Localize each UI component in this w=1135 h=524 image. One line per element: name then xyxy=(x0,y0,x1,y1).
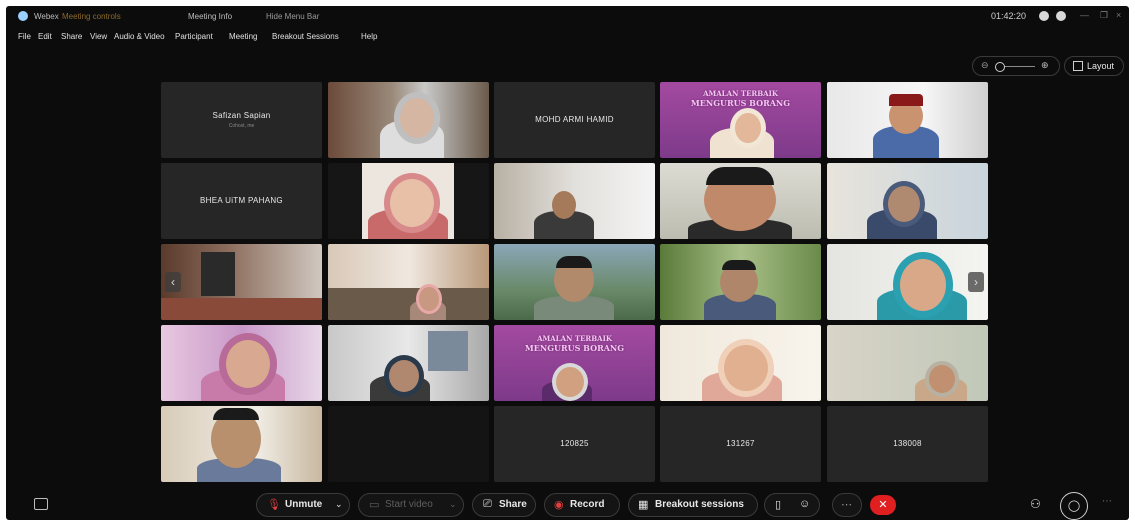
participant-name: BHEA UiTM PAHANG xyxy=(200,196,283,205)
participant-video[interactable] xyxy=(161,406,322,482)
share-screen-icon: ⎚ xyxy=(483,498,492,510)
participant-video[interactable]: AMALAN TERBAIK MENGURUS BORANG xyxy=(660,82,821,158)
participant-video[interactable] xyxy=(328,163,489,239)
participant-video[interactable] xyxy=(827,82,988,158)
restore-icon[interactable]: ❐ xyxy=(1100,10,1108,21)
zoom-slider[interactable]: ⊖ ⊕ xyxy=(972,56,1060,76)
hide-menu-bar-button[interactable]: Hide Menu Bar xyxy=(266,12,319,21)
participant-tile[interactable]: 131267 xyxy=(660,406,821,482)
menu-meeting[interactable]: Meeting xyxy=(229,32,257,41)
slide-title-line1: AMALAN TERBAIK xyxy=(703,89,778,98)
camera-off-icon: ▭ xyxy=(369,499,380,511)
slide-title-line1: AMALAN TERBAIK xyxy=(537,334,612,343)
chevron-down-icon[interactable]: ⌄ xyxy=(449,499,457,510)
meeting-info-button[interactable]: Meeting Info xyxy=(188,12,232,21)
start-video-button[interactable]: ▭ Start video ⌄ xyxy=(358,493,464,517)
participant-video[interactable] xyxy=(827,163,988,239)
webex-meeting-window: Webex Meeting controls Meeting Info Hide… xyxy=(6,6,1129,520)
participant-tile[interactable]: Safizan Sapian Cohost, me xyxy=(161,82,322,158)
zoom-thumb[interactable] xyxy=(995,62,1005,72)
participant-role: Cohost, me xyxy=(228,123,255,129)
participant-tile[interactable]: 138008 xyxy=(827,406,988,482)
participant-video[interactable] xyxy=(660,163,821,239)
menu-share[interactable]: Share xyxy=(61,32,82,41)
slide-title-line2: MENGURUS BORANG xyxy=(524,343,625,353)
chat-icon[interactable]: ◯ xyxy=(1060,492,1088,520)
zoom-in-icon[interactable]: ⊕ xyxy=(1041,60,1049,71)
layout-label: Layout xyxy=(1087,61,1115,71)
menu-bar: File Edit Share View Audio & Video Parti… xyxy=(6,28,1129,44)
participant-tile[interactable]: 120825 xyxy=(494,406,655,482)
layout-button[interactable]: Layout xyxy=(1064,56,1124,76)
record-icon: ◉ xyxy=(554,499,564,511)
captions-icon[interactable] xyxy=(34,498,48,510)
participant-video[interactable] xyxy=(494,244,655,320)
record-label: Record xyxy=(570,499,605,510)
breakout-grid-icon: ▦ xyxy=(638,499,649,511)
participant-video[interactable]: ‹ xyxy=(161,244,322,320)
meeting-control-bar: 🎙 Unmute ⌄ ▭ Start video ⌄ ⎚ Share ◉ Rec… xyxy=(6,488,1129,520)
start-video-label: Start video xyxy=(385,499,433,510)
participant-name: 138008 xyxy=(893,439,922,448)
next-page-button[interactable]: › xyxy=(968,272,984,292)
more-panels-icon[interactable]: ⋯ xyxy=(1102,496,1112,507)
participant-name: 131267 xyxy=(726,439,755,448)
menu-participant[interactable]: Participant xyxy=(175,32,213,41)
participant-name: Safizan Sapian xyxy=(212,111,271,120)
participant-video[interactable] xyxy=(494,163,655,239)
participant-video[interactable] xyxy=(328,82,489,158)
app-name: Webex xyxy=(34,12,59,21)
apps-icon[interactable]: ▯ xyxy=(775,498,781,511)
leave-meeting-button[interactable]: ✕ xyxy=(870,495,896,515)
menu-breakout-sessions[interactable]: Breakout Sessions xyxy=(272,32,339,41)
menu-view[interactable]: View xyxy=(90,32,107,41)
status-icon[interactable] xyxy=(1039,11,1049,21)
chevron-down-icon[interactable]: ⌄ xyxy=(335,499,343,510)
menu-help[interactable]: Help xyxy=(361,32,377,41)
participant-video[interactable] xyxy=(660,244,821,320)
participant-tile[interactable]: BHEA UiTM PAHANG xyxy=(161,163,322,239)
meeting-timer: 01:42:20 xyxy=(991,11,1027,21)
more-options-button[interactable]: ⋯ xyxy=(832,493,862,517)
participant-video[interactable] xyxy=(660,325,821,401)
meeting-controls-label[interactable]: Meeting controls xyxy=(62,12,121,21)
title-bar: Webex Meeting controls Meeting Info Hide… xyxy=(6,6,1129,26)
share-button[interactable]: ⎚ Share xyxy=(472,493,536,517)
participant-video[interactable]: › xyxy=(827,244,988,320)
more-icon: ⋯ xyxy=(841,499,852,511)
participant-video[interactable] xyxy=(827,325,988,401)
zoom-out-icon[interactable]: ⊖ xyxy=(981,60,989,71)
reactions-icon[interactable]: ☺ xyxy=(799,498,810,510)
empty-tile xyxy=(328,406,489,482)
apps-reactions-group[interactable]: ▯ ☺ xyxy=(764,493,820,517)
participant-name: MOHD ARMI HAMID xyxy=(535,115,614,124)
webex-logo-icon xyxy=(18,11,28,21)
breakout-sessions-label: Breakout sessions xyxy=(655,499,744,510)
participant-video[interactable] xyxy=(328,244,489,320)
previous-page-button[interactable]: ‹ xyxy=(165,272,181,292)
breakout-sessions-button[interactable]: ▦ Breakout sessions xyxy=(628,493,758,517)
microphone-muted-icon: 🎙 xyxy=(267,499,281,511)
unmute-label: Unmute xyxy=(285,499,323,510)
avatar[interactable] xyxy=(1056,11,1066,21)
participant-name: 120825 xyxy=(560,439,589,448)
close-icon[interactable]: × xyxy=(1116,10,1121,20)
participant-video[interactable]: AMALAN TERBAIK MENGURUS BORANG xyxy=(494,325,655,401)
unmute-button[interactable]: 🎙 Unmute ⌄ xyxy=(256,493,350,517)
participant-tile[interactable]: MOHD ARMI HAMID xyxy=(494,82,655,158)
minimize-icon[interactable]: — xyxy=(1080,10,1089,20)
participant-video[interactable] xyxy=(328,325,489,401)
slide-title-line2: MENGURUS BORANG xyxy=(690,98,791,108)
participant-video[interactable] xyxy=(161,325,322,401)
share-label: Share xyxy=(499,499,527,510)
menu-file[interactable]: File xyxy=(18,32,31,41)
participants-panel-icon[interactable]: ⚇ xyxy=(1030,497,1041,511)
menu-edit[interactable]: Edit xyxy=(38,32,52,41)
grid-icon xyxy=(1073,61,1083,71)
record-button[interactable]: ◉ Record xyxy=(544,493,620,517)
menu-audio-video[interactable]: Audio & Video xyxy=(114,32,165,41)
